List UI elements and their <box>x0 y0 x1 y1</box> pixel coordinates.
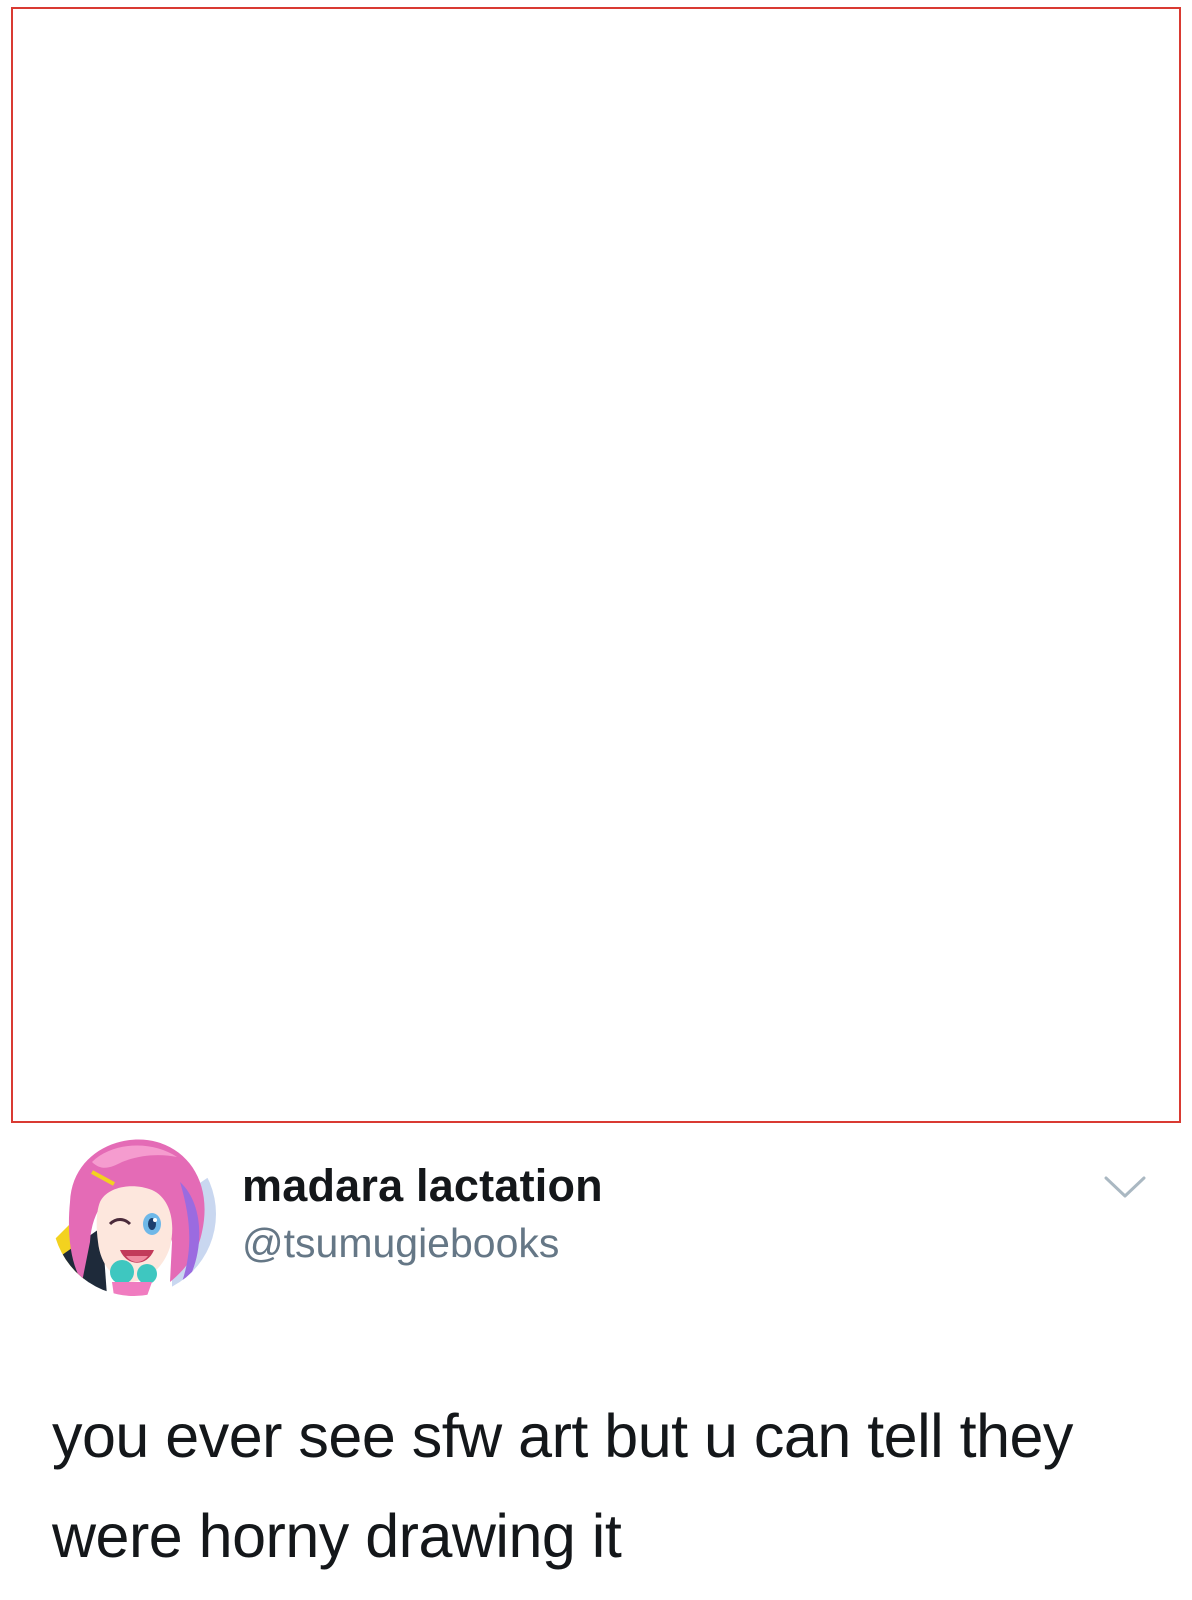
user-handle[interactable]: @tsumugiebooks <box>242 1220 559 1267</box>
chevron-down-icon[interactable] <box>1100 1172 1150 1202</box>
avatar[interactable] <box>52 1132 216 1296</box>
anime-avatar-icon <box>52 1132 216 1296</box>
tweet-media-frame <box>11 7 1181 1123</box>
display-name[interactable]: madara lactation <box>242 1160 603 1212</box>
tweet-text: you ever see sfw art but u can tell they… <box>52 1402 1073 1570</box>
tweet-header: madara lactation @tsumugiebooks <box>0 1132 1192 1302</box>
